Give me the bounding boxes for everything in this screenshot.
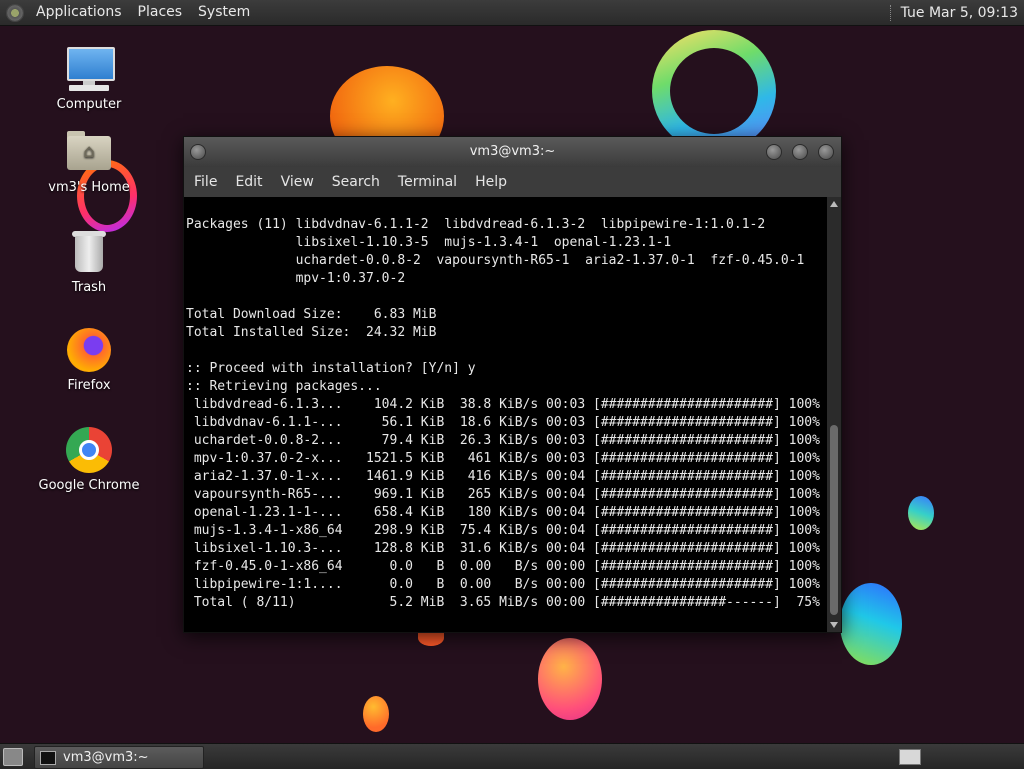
menu-edit[interactable]: Edit	[226, 167, 271, 197]
bottom-panel: vm3@vm3:~	[0, 743, 1024, 769]
applications-menu[interactable]: Applications	[28, 0, 130, 25]
terminal-line: uchardet-0.0.8-2... 79.4 KiB 26.3 KiB/s …	[186, 433, 820, 448]
desktop-icon-trash[interactable]: Trash	[34, 228, 144, 295]
wallpaper-shape	[908, 496, 934, 530]
terminal-line: :: Retrieving packages...	[186, 379, 382, 394]
terminal-scrollbar[interactable]	[827, 197, 841, 632]
panel-separator	[889, 4, 893, 21]
scrollbar-thumb[interactable]	[830, 425, 838, 615]
terminal-line: libpipewire-1:1.... 0.0 B 0.00 B/s 00:00…	[186, 577, 820, 592]
taskbar-window-button[interactable]: vm3@vm3:~	[34, 746, 204, 769]
terminal-line: vapoursynth-R65-... 969.1 KiB 265 KiB/s …	[186, 487, 820, 502]
terminal-line: :: Proceed with installation? [Y/n] y	[186, 361, 476, 376]
menu-view[interactable]: View	[272, 167, 323, 197]
scroll-down-arrow-icon[interactable]	[830, 622, 838, 628]
terminal-line: libsixel-1.10.3-... 128.8 KiB 31.6 KiB/s…	[186, 541, 820, 556]
desktop-icon-label: vm3's Home	[48, 180, 130, 195]
menu-file[interactable]: File	[184, 167, 226, 197]
desktop-icon-label: Google Chrome	[38, 478, 140, 493]
desktop-icon-label: Firefox	[67, 378, 111, 393]
top-panel: Applications Places System Tue Mar 5, 09…	[0, 0, 1024, 26]
terminal-line: libsixel-1.10.3-5 mujs-1.3.4-1 openal-1.…	[186, 235, 672, 250]
places-menu[interactable]: Places	[130, 0, 191, 25]
desktop-icon-label: Computer	[56, 97, 122, 112]
terminal-line: Total Installed Size: 24.32 MiB	[186, 325, 437, 340]
terminal-line: mpv-1:0.37.0-2	[186, 271, 406, 286]
wallpaper-shape	[840, 583, 902, 665]
desktop-icon-firefox[interactable]: Firefox	[34, 326, 144, 393]
terminal-icon	[40, 751, 56, 765]
terminal-window[interactable]: vm3@vm3:~ File Edit View Search Terminal…	[183, 136, 842, 633]
computer-icon	[65, 45, 115, 93]
minimize-button[interactable]	[766, 144, 782, 160]
show-desktop-icon[interactable]	[3, 748, 23, 766]
desktop-icon-chrome[interactable]: Google Chrome	[34, 426, 144, 493]
menu-help[interactable]: Help	[466, 167, 516, 197]
window-menu-button[interactable]	[190, 144, 206, 160]
terminal-line: libdvdnav-6.1.1-... 56.1 KiB 18.6 KiB/s …	[186, 415, 820, 430]
firefox-icon	[65, 326, 113, 374]
distro-logo-icon[interactable]	[6, 3, 24, 22]
terminal-line: openal-1.23.1-1-... 658.4 KiB 180 KiB/s …	[186, 505, 820, 520]
trash-icon	[65, 228, 113, 276]
desktop-icon-home[interactable]: ⌂ vm3's Home	[34, 128, 144, 195]
terminal-line: Total Download Size: 6.83 MiB	[186, 307, 437, 322]
terminal-line: uchardet-0.0.8-2 vapoursynth-R65-1 aria2…	[186, 253, 805, 268]
terminal-text: Packages (11) libdvdnav-6.1.1-2 libdvdre…	[184, 197, 827, 612]
terminal-output[interactable]: Packages (11) libdvdnav-6.1.1-2 libdvdre…	[184, 197, 827, 632]
terminal-line: Packages (11) libdvdnav-6.1.1-2 libdvdre…	[186, 217, 766, 232]
home-folder-icon: ⌂	[65, 128, 113, 176]
scroll-up-arrow-icon[interactable]	[830, 201, 838, 207]
terminal-line: fzf-0.45.0-1-x86_64 0.0 B 0.00 B/s 00:00…	[186, 559, 820, 574]
taskbar-window-label: vm3@vm3:~	[63, 750, 149, 765]
wallpaper-shape	[363, 696, 389, 732]
menu-terminal[interactable]: Terminal	[389, 167, 466, 197]
terminal-line: Total ( 8/11) 5.2 MiB 3.65 MiB/s 00:00 […	[186, 595, 820, 610]
clock[interactable]: Tue Mar 5, 09:13	[901, 5, 1024, 21]
chrome-icon	[65, 426, 113, 474]
close-button[interactable]	[818, 144, 834, 160]
system-menu[interactable]: System	[190, 0, 258, 25]
desktop-icon-label: Trash	[71, 280, 107, 295]
menu-search[interactable]: Search	[323, 167, 389, 197]
window-title: vm3@vm3:~	[469, 144, 556, 159]
terminal-line: mujs-1.3.4-1-x86_64 298.9 KiB 75.4 KiB/s…	[186, 523, 820, 538]
wallpaper-shape	[652, 30, 776, 152]
wallpaper-shape	[538, 638, 602, 720]
window-titlebar[interactable]: vm3@vm3:~	[184, 137, 841, 167]
terminal-line: mpv-1:0.37.0-2-x... 1521.5 KiB 461 KiB/s…	[186, 451, 820, 466]
terminal-line: aria2-1.37.0-1-x... 1461.9 KiB 416 KiB/s…	[186, 469, 820, 484]
terminal-line: libdvdread-6.1.3... 104.2 KiB 38.8 KiB/s…	[186, 397, 820, 412]
workspace-switcher[interactable]	[899, 749, 921, 765]
maximize-button[interactable]	[792, 144, 808, 160]
terminal-menubar: File Edit View Search Terminal Help	[184, 167, 841, 197]
desktop-icon-computer[interactable]: Computer	[34, 45, 144, 112]
